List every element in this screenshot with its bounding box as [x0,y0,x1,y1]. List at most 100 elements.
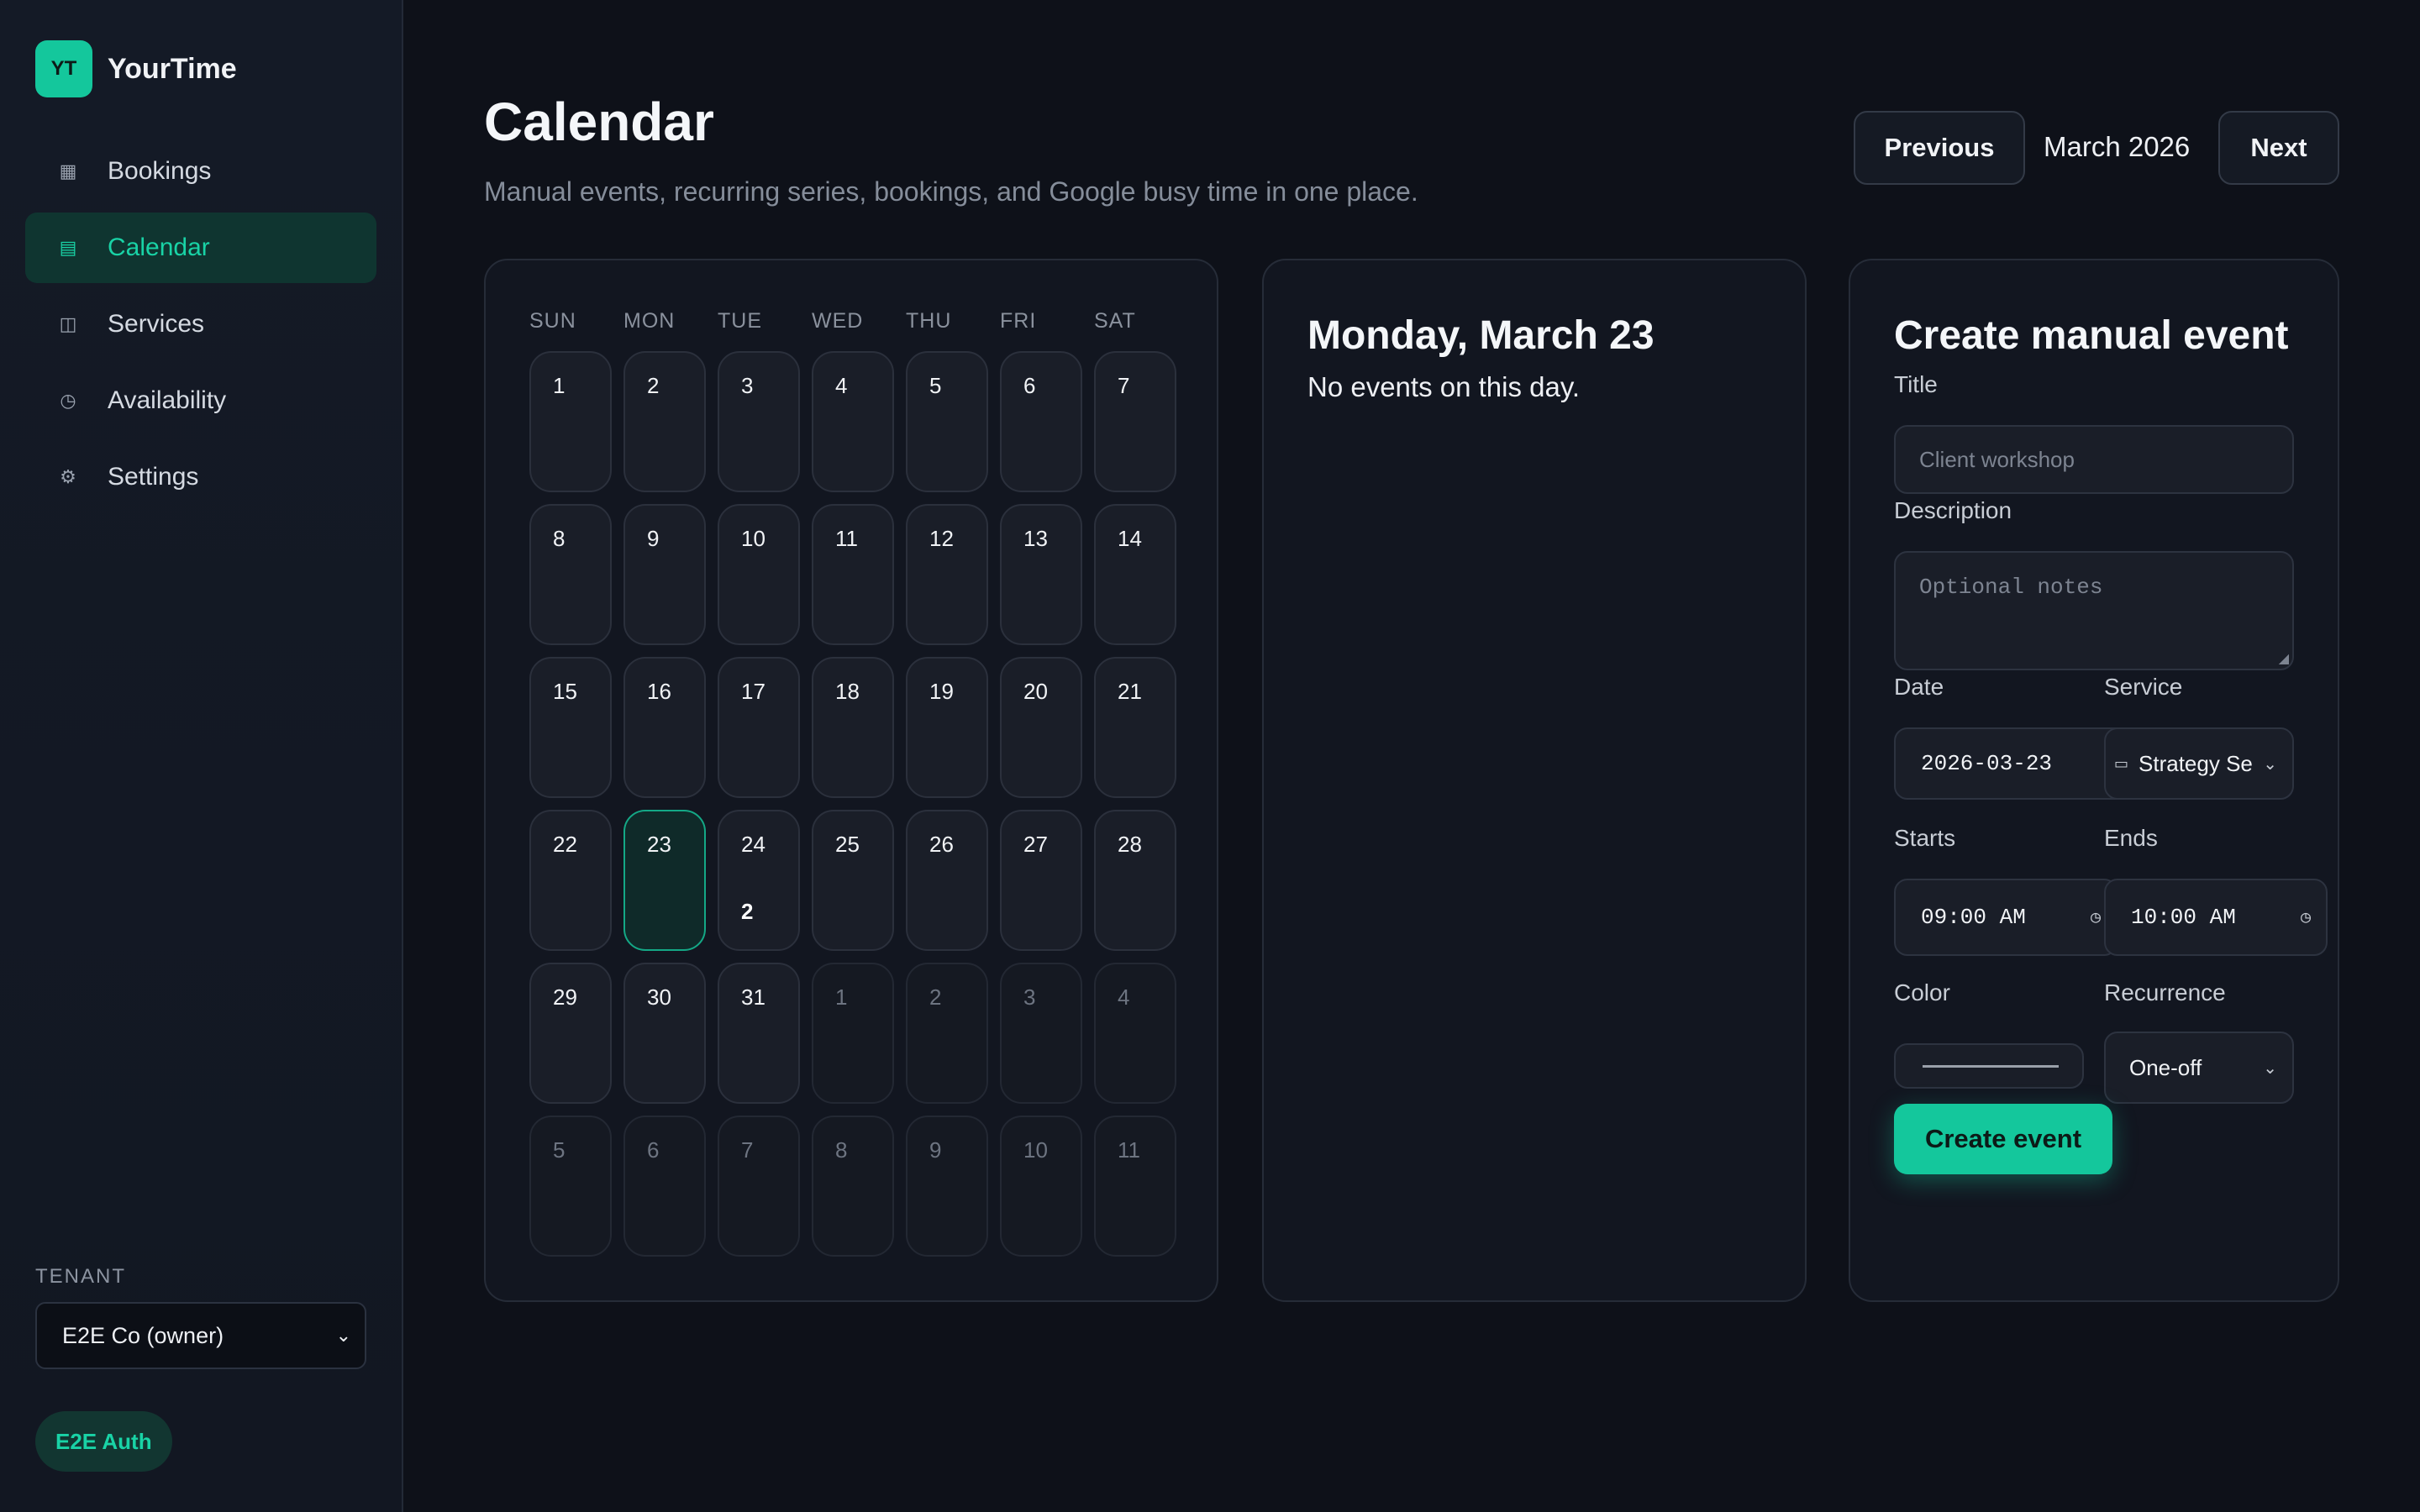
calendar-icon: ▤ [59,237,77,258]
day-detail-panel: Monday, March 23 No events on this day. [1262,259,1807,1302]
calendar-day-cell[interactable]: 9 [906,1116,988,1257]
calendar-day-cell[interactable]: 10 [718,504,800,645]
day-number: 27 [1023,832,1048,857]
calendar-day-cell[interactable]: 27 [1000,810,1082,951]
calendar-day-cell[interactable]: 17 [718,657,800,798]
calendar-day-cell[interactable]: 10 [1000,1116,1082,1257]
description-textarea[interactable]: Optional notes ◢ [1894,551,2294,670]
calendar-day-cell[interactable]: 6 [623,1116,706,1257]
title-input[interactable]: Client workshop [1894,425,2294,494]
calendar-day-cell[interactable]: 21 [1094,657,1176,798]
calendar-day-cell[interactable]: 30 [623,963,706,1104]
calendar-day-cell[interactable]: 31 [718,963,800,1104]
calendar-day-cell[interactable]: 11 [1094,1116,1176,1257]
resize-handle-icon[interactable]: ◢ [2279,650,2289,667]
weekday-header: WED [812,309,864,333]
calendar-day-cell[interactable]: 29 [529,963,612,1104]
day-number: 1 [553,373,566,398]
next-month-button[interactable]: Next [2218,111,2339,185]
ends-time-input[interactable]: 10:00 AM ◷ [2104,879,2328,956]
recurrence-label: Recurrence [2104,979,2226,1005]
service-select[interactable]: ▭ Strategy Se ⌄ [2104,727,2294,800]
day-number: 31 [741,984,765,1010]
calendar-day-cell[interactable]: 5 [906,351,988,492]
calendar-day-cell[interactable]: 11 [812,504,894,645]
previous-month-button[interactable]: Previous [1854,111,2025,185]
starts-label: Starts [1894,825,1956,851]
day-number: 19 [929,679,954,704]
calendar-day-cell[interactable]: 6 [1000,351,1082,492]
calendar-day-cell[interactable]: 3 [1000,963,1082,1104]
ends-value: 10:00 AM [2131,905,2236,930]
calendar-day-cell[interactable]: 3 [718,351,800,492]
calendar-day-cell[interactable]: 7 [718,1116,800,1257]
tenant-select[interactable]: E2E Co (owner) ⌄ [35,1302,366,1369]
calendar-day-cell[interactable]: 1 [529,351,612,492]
calendar-day-cell[interactable]: 19 [906,657,988,798]
starts-value: 09:00 AM [1921,905,2026,930]
calendar-day-cell[interactable]: 16 [623,657,706,798]
sidebar-item-availability[interactable]: ◷ Availability [25,365,376,436]
recurrence-value: One-off [2129,1054,2202,1080]
color-label: Color [1894,979,1950,1005]
sidebar-item-label: Settings [108,463,199,491]
sidebar-item-bookings[interactable]: ▦ Bookings [25,136,376,207]
calendar-day-cell[interactable]: 4 [812,351,894,492]
day-number: 26 [929,832,954,857]
chevron-down-icon: ⌄ [335,1325,351,1346]
calendar-day-cell[interactable]: 9 [623,504,706,645]
day-number: 13 [1023,526,1048,551]
create-event-button[interactable]: Create event [1894,1104,2112,1174]
sidebar-item-settings[interactable]: ⚙ Settings [25,442,376,512]
sidebar-item-services[interactable]: ◫ Services [25,289,376,360]
form-title: Create manual event [1894,313,2289,358]
day-number: 9 [647,526,660,551]
calendar-day-cell[interactable]: 13 [1000,504,1082,645]
day-number: 6 [1023,373,1036,398]
day-number: 23 [647,832,671,857]
weekday-header: SAT [1094,309,1136,333]
calendar-day-cell[interactable]: 26 [906,810,988,951]
calendar-day-cell[interactable]: 8 [529,504,612,645]
calendar-day-cell[interactable]: 1 [812,963,894,1104]
calendar-picker-icon[interactable]: ▭ [2114,755,2128,773]
starts-time-input[interactable]: 09:00 AM ◷ [1894,879,2118,956]
calendar-day-cell[interactable]: 2 [906,963,988,1104]
weekday-header: FRI [1000,309,1037,333]
tenant-label: TENANT [35,1265,126,1288]
weekday-header: MON [623,309,676,333]
brand[interactable]: YT YourTime [35,40,237,97]
calendar-day-cell[interactable]: 8 [812,1116,894,1257]
calendar-day-cell[interactable]: 7 [1094,351,1176,492]
calendar-day-cell[interactable]: 14 [1094,504,1176,645]
description-label: Description [1894,497,2012,523]
color-picker[interactable] [1894,1043,2084,1089]
calendar-day-cell[interactable]: 2 [623,351,706,492]
calendar-day-cell[interactable]: 4 [1094,963,1176,1104]
day-number: 8 [835,1137,848,1163]
day-number: 11 [835,526,858,551]
calendar-day-cell[interactable]: 15 [529,657,612,798]
calendar-day-cell[interactable]: 12 [906,504,988,645]
calendar-day-cell-selected[interactable]: 23 [623,810,706,951]
day-number: 21 [1118,679,1142,704]
calendar-day-cell[interactable]: 24 2 [718,810,800,951]
grid-icon: ▦ [59,160,77,181]
create-event-panel: Create manual event Title Client worksho… [1849,259,2339,1302]
clock-icon[interactable]: ◷ [2301,906,2311,928]
selected-day-title: Monday, March 23 [1307,313,1655,358]
chevron-down-icon: ⌄ [2263,1058,2277,1078]
sidebar-item-calendar[interactable]: ▤ Calendar [25,213,376,283]
clock-icon[interactable]: ◷ [2091,906,2101,928]
tenant-select-value: E2E Co (owner) [62,1322,224,1348]
calendar-day-cell[interactable]: 5 [529,1116,612,1257]
calendar-day-cell[interactable]: 18 [812,657,894,798]
calendar-day-cell[interactable]: 22 [529,810,612,951]
day-number: 10 [1023,1137,1048,1163]
calendar-day-cell[interactable]: 25 [812,810,894,951]
sidebar-item-label: Availability [108,386,227,414]
calendar-day-cell[interactable]: 20 [1000,657,1082,798]
calendar-day-cell[interactable]: 28 [1094,810,1176,951]
day-number: 3 [1023,984,1036,1010]
recurrence-select[interactable]: One-off ⌄ [2104,1032,2294,1104]
